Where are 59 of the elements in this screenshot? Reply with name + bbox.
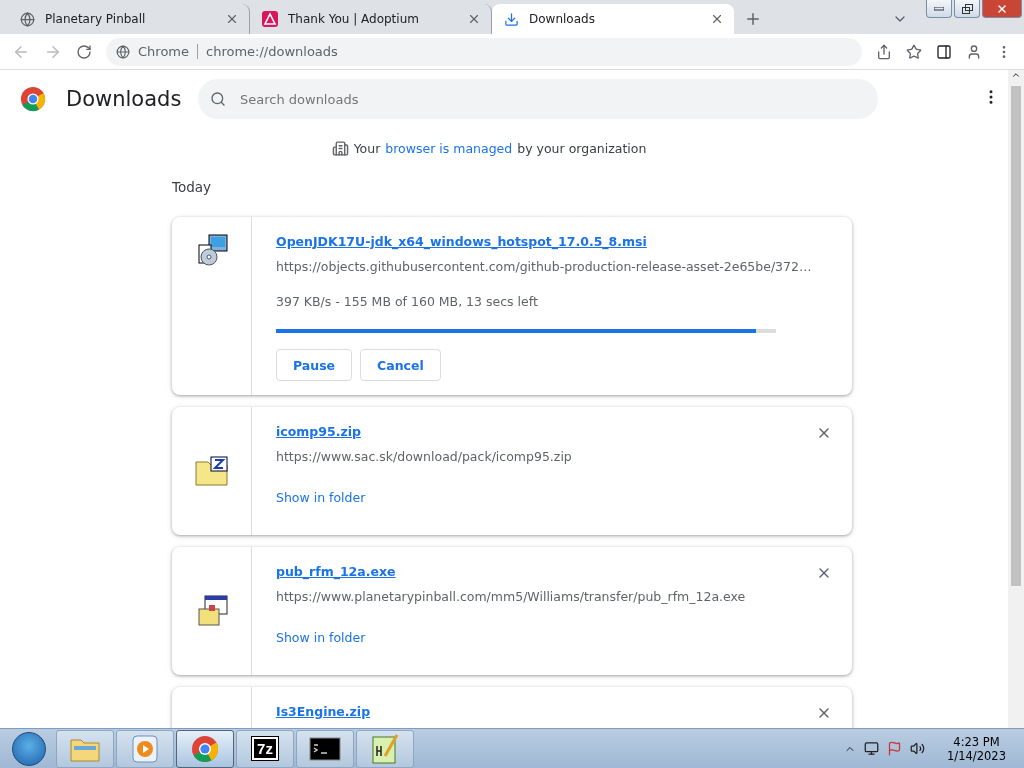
- media-player-icon: [132, 734, 158, 763]
- close-tab-icon[interactable]: [225, 12, 239, 26]
- file-name-link[interactable]: icomp95.zip: [276, 423, 828, 441]
- taskbar-button[interactable]: 7z: [236, 729, 294, 768]
- close-tab-icon[interactable]: [710, 12, 724, 26]
- restore-icon[interactable]: [954, 0, 980, 18]
- star-icon[interactable]: [906, 43, 922, 60]
- browser-tab[interactable]: Thank You | Adoptium: [250, 4, 492, 34]
- search-icon: [210, 91, 226, 107]
- tab-title: Thank You | Adoptium: [288, 12, 420, 26]
- file-name-link[interactable]: pub_rfm_12a.exe: [276, 563, 828, 581]
- close-tab-icon[interactable]: [467, 12, 481, 26]
- console-icon: [309, 736, 341, 761]
- managed-text: by your organization: [517, 141, 647, 156]
- file-name-link[interactable]: Is3Engine.zip: [276, 703, 828, 721]
- tab-title: Downloads: [529, 12, 596, 26]
- new-tab-icon[interactable]: [744, 10, 762, 28]
- flag-icon[interactable]: [887, 741, 903, 756]
- browser-tab[interactable]: Planetary Pinball: [8, 4, 250, 34]
- address-bar[interactable]: Chrome chrome://downloads: [106, 37, 862, 66]
- download-action-button[interactable]: Cancel: [360, 349, 441, 381]
- triangle-logo-icon: [262, 11, 278, 27]
- reload-icon[interactable]: [76, 43, 92, 60]
- managed-link[interactable]: browser is managed: [385, 141, 513, 156]
- globe-icon: [20, 11, 35, 27]
- source-url: https://www.planetarypinball.com/mm5/Williams/transfer/pub_rfm_12a.exe: [276, 589, 747, 604]
- zip-folder-icon: [194, 456, 229, 486]
- scrollbar[interactable]: [1008, 70, 1024, 728]
- profile-icon[interactable]: [966, 43, 982, 60]
- archiver-logo-icon: 7z: [252, 737, 278, 760]
- source-url: https://www.sac.sk/download/pack/icomp95.zip: [276, 449, 573, 464]
- scroll-thumb[interactable]: [1011, 86, 1021, 586]
- date-heading: Today: [172, 179, 213, 195]
- browser-logo-icon: [191, 734, 219, 763]
- search-bar[interactable]: Search downloads: [198, 79, 878, 119]
- browser-tab[interactable]: Downloads: [492, 4, 734, 34]
- browser-logo-icon: [20, 86, 46, 112]
- search-input[interactable]: Search downloads: [238, 90, 866, 108]
- share-icon[interactable]: [876, 43, 892, 60]
- site-label: Chrome: [138, 44, 198, 59]
- network-icon[interactable]: [864, 741, 880, 756]
- show-in-folder-link[interactable]: Show in folder: [276, 490, 828, 505]
- scroll-up-icon[interactable]: [1011, 70, 1021, 80]
- building-icon: [331, 140, 349, 157]
- url-text: chrome://downloads: [206, 44, 338, 59]
- download-action-button[interactable]: Pause: [276, 349, 353, 381]
- source-url: https://objects.githubusercontent.com/github-production-release-asset-2e65be/372…: [276, 259, 813, 274]
- taskbar-button[interactable]: [296, 729, 354, 768]
- file-name-link[interactable]: OpenJDK17U-jdk_x64_windows_hotspot_17.0.5_8.msi: [276, 233, 828, 251]
- tab-title: Planetary Pinball: [45, 12, 147, 26]
- notepad-icon: [371, 733, 399, 764]
- progress-status: 397 KB/s - 155 MB of 160 MB, 13 secs left: [276, 294, 539, 309]
- speaker-icon[interactable]: [910, 741, 926, 756]
- download-icon: [504, 11, 519, 27]
- clock[interactable]: 4:23 PM 1/14/2023: [947, 734, 1006, 763]
- site-icon: [116, 44, 130, 59]
- side-panel-icon[interactable]: [936, 43, 952, 60]
- show-in-folder-link[interactable]: Show in folder: [276, 630, 828, 645]
- managed-text: Your: [353, 141, 381, 156]
